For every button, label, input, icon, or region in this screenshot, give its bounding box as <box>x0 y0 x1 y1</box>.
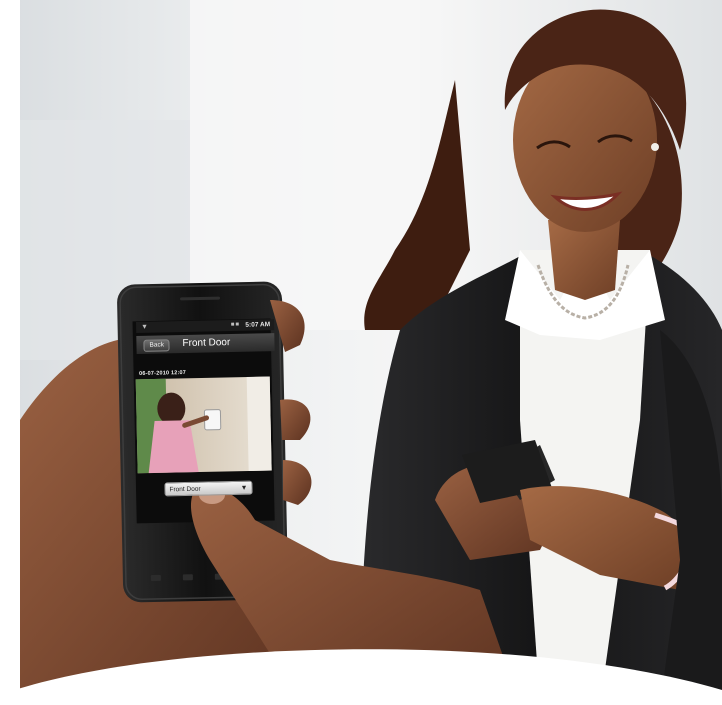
title-bar: Back Front Door <box>136 333 275 354</box>
signal-icon: ■■ <box>230 321 241 329</box>
camera-select-value: Front Door <box>169 485 201 494</box>
video-timestamp: 06-07-2010 12:07 <box>139 369 187 377</box>
phone-menu-key <box>150 574 161 582</box>
chevron-down-icon: ▼ <box>240 484 248 492</box>
phone-app-ui: ▼ ■■ 5:07 AM Back Front Door 06-07-2010 … <box>136 319 280 518</box>
woman-neck <box>548 220 620 300</box>
photo-illustration <box>0 0 722 705</box>
photo-scene: ▼ ■■ 5:07 AM Back Front Door 06-07-2010 … <box>0 0 722 705</box>
woman-earring <box>651 143 659 151</box>
phone-home-key <box>182 574 193 581</box>
usb-icon: ▼ <box>141 323 149 331</box>
status-time: 5:07 AM <box>245 321 271 329</box>
screen-title: Front Door <box>182 337 231 350</box>
status-bar: ▼ ■■ 5:07 AM <box>136 319 275 333</box>
left-margin <box>0 0 20 705</box>
camera-select[interactable]: Front Door ▼ <box>164 480 253 497</box>
back-button[interactable]: Back <box>143 339 171 352</box>
